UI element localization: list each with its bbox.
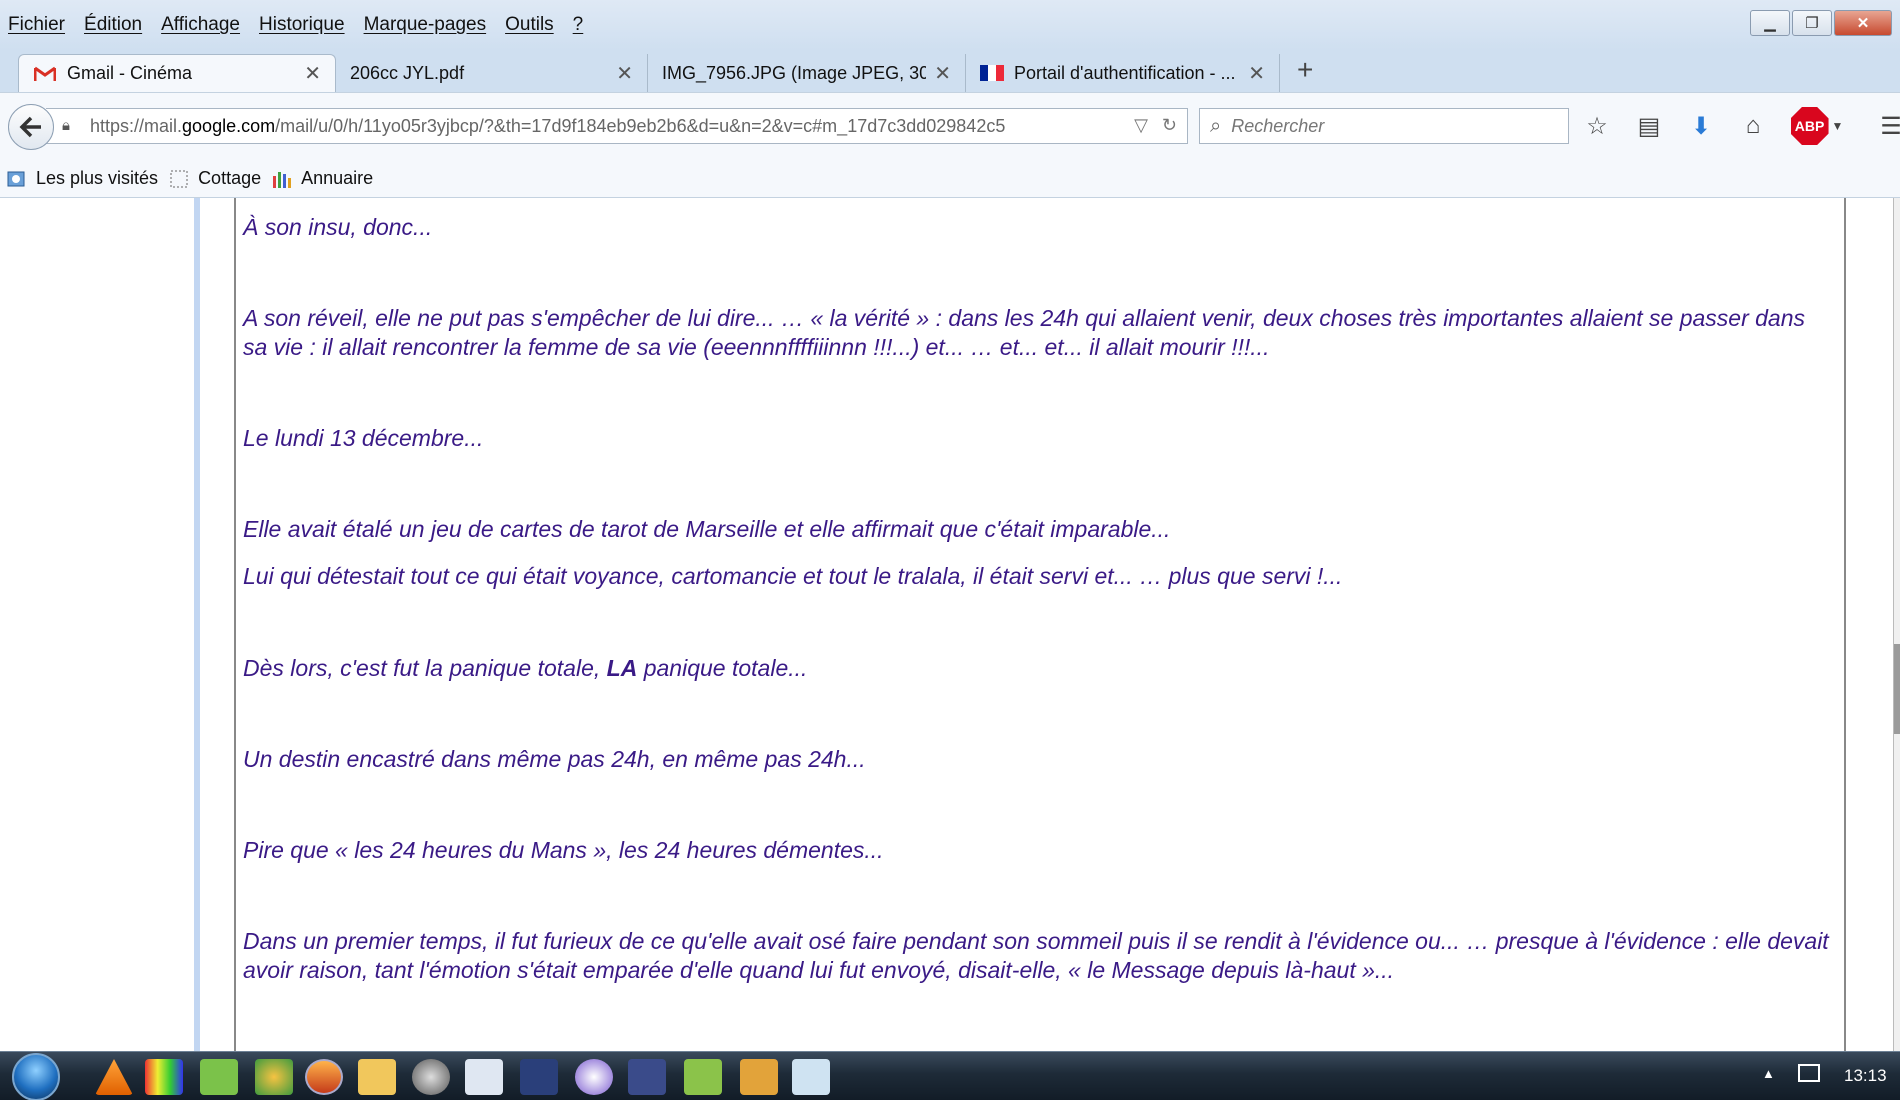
bookmark-most-visited[interactable]: Les plus visités [6,168,158,190]
vlc-icon[interactable] [95,1059,133,1095]
message-paragraph: Dans un premier temps, il fut furieux de… [243,928,1829,983]
gmail-icon [33,64,57,84]
slideshow-app-icon[interactable] [740,1059,778,1095]
message-paragraph: Pire que « les 24 heures du Mans », les … [243,837,884,863]
menu-fichier[interactable]: Fichier [8,14,65,36]
window-app-icon[interactable] [792,1059,830,1095]
scrollbar-track[interactable] [1893,198,1900,1051]
close-tab-icon[interactable]: ✕ [934,61,951,86]
reload-icon[interactable]: ↻ [1162,115,1177,136]
new-tab-icon[interactable]: + [1297,54,1313,86]
menu-bar: Fichier Édition Affichage Historique Mar… [0,0,1900,50]
url-tools: ▽ ↻ [1134,115,1177,136]
toolbar-icons: ☆ ▤ ⬇ ⌂ ABP ▼ ☰ [1582,107,1900,145]
windows-start-icon[interactable] [12,1053,60,1100]
lock-icon: 🔒︎ [62,117,70,134]
bookmark-label: Les plus visités [36,168,159,188]
tab-label: 206cc JYL.pdf [350,62,465,83]
menu-help[interactable]: ? [573,14,584,36]
color-app-icon[interactable] [145,1059,183,1095]
message-left-border [234,198,236,1051]
download-icon[interactable]: ⬇ [1686,111,1716,141]
menu-marque-pages[interactable]: Marque-pages [364,14,487,36]
message-view: À son insu, donc... A son réveil, elle n… [0,198,1900,1051]
chevron-down-icon: ▼ [1831,119,1844,133]
app-icon[interactable] [412,1059,450,1095]
tab-label: IMG_7956.JPG (Image JPEG, 30... [662,62,927,83]
minimize-button[interactable]: ▁ [1750,10,1790,36]
terminal-app-icon[interactable] [684,1059,722,1095]
menu-outils[interactable]: Outils [505,14,554,36]
back-button[interactable] [8,104,54,150]
menu-affichage[interactable]: Affichage [161,14,240,36]
url-text: https://mail.google.com/mail/u/0/h/11yo0… [90,115,1006,136]
scrollbar-thumb[interactable] [1894,644,1900,734]
document-icon[interactable] [465,1059,503,1095]
tab-label: Gmail - Cinéma [67,63,193,83]
close-window-button[interactable]: ✕ [1834,10,1892,36]
window-controls: ▁ ❐ ✕ [1748,10,1892,36]
mail-app-icon[interactable] [628,1059,666,1095]
clock[interactable]: 13:13 [1844,1066,1887,1086]
navigation-bar: 🔒︎ https://mail.google.com/mail/u/0/h/11… [0,92,1900,160]
menu-hamburger-icon[interactable]: ☰ [1876,111,1900,141]
emphasis-text: LA [606,655,638,681]
message-paragraph: Elle avait étalé un jeu de cartes de tar… [243,516,1171,542]
menu-historique[interactable]: Historique [259,14,345,36]
message-paragraph: Le lundi 13 décembre... [243,425,484,451]
bookmark-cottage[interactable]: Cottage [168,168,261,190]
message-right-border [1844,198,1846,1051]
message-paragraph: A son réveil, elle ne put pas s'empêcher… [243,305,1806,360]
message-paragraph: À son insu, donc... [243,214,433,240]
message-paragraph: Un destin encastré dans même pas 24h, en… [243,746,866,772]
folder-icon [168,168,190,190]
green-app-icon[interactable] [200,1059,238,1095]
close-tab-icon[interactable]: ✕ [304,61,321,86]
adblock-icon: ABP [1790,107,1829,145]
most-visited-icon [6,168,28,190]
taskbar: ▲ 13:13 [0,1051,1900,1100]
network-icon[interactable] [1798,1064,1820,1082]
tab-pdf[interactable]: 206cc JYL.pdf ✕ [336,54,648,92]
firefox-icon[interactable] [305,1059,343,1095]
restore-button[interactable]: ❐ [1792,10,1832,36]
back-arrow-icon [19,116,41,138]
tab-label: Portail d'authentification - ... [1014,62,1236,83]
menu-edition[interactable]: Édition [84,14,142,36]
bookmark-annuaire[interactable]: Annuaire [271,168,373,190]
tab-portail[interactable]: Portail d'authentification - ... ✕ [966,54,1280,92]
close-tab-icon[interactable]: ✕ [616,61,633,86]
adblock-button[interactable]: ABP ▼ [1790,107,1844,145]
twp-app-icon[interactable] [520,1059,558,1095]
url-bar[interactable]: 🔒︎ https://mail.google.com/mail/u/0/h/11… [46,108,1188,144]
bookmark-label: Cottage [198,168,262,188]
recycle-app-icon[interactable] [255,1059,293,1095]
search-bar[interactable]: ⌕ Rechercher [1199,108,1569,144]
search-placeholder: Rechercher [1231,115,1325,136]
purple-app-icon[interactable] [575,1059,613,1095]
tab-gmail[interactable]: Gmail - Cinéma ✕ [18,54,336,92]
tab-image[interactable]: IMG_7956.JPG (Image JPEG, 30... ✕ [648,54,966,92]
message-paragraph: Lui qui détestait tout ce qui était voya… [243,563,1343,589]
close-tab-icon[interactable]: ✕ [1248,61,1265,86]
search-icon: ⌕ [1210,114,1222,137]
file-explorer-icon[interactable] [358,1059,396,1095]
message-paragraph: Dès lors, c'est fut la panique totale, L… [243,655,808,681]
left-margin-bar [194,198,200,1051]
tab-strip: Gmail - Cinéma ✕ 206cc JYL.pdf ✕ IMG_795… [0,50,1900,92]
tray-expand-icon[interactable]: ▲ [1762,1066,1775,1081]
reading-list-icon[interactable]: ▤ [1634,111,1664,141]
dropdown-icon[interactable]: ▽ [1134,115,1148,136]
menu-list: Fichier Édition Affichage Historique Mar… [8,14,602,36]
home-icon[interactable]: ⌂ [1738,111,1768,141]
directory-icon [271,168,293,190]
bookmark-star-icon[interactable]: ☆ [1582,111,1612,141]
french-flag-icon [980,63,1004,83]
bookmarks-bar: Les plus visités Cottage Annuaire [0,160,1900,198]
bookmark-label: Annuaire [301,168,374,188]
